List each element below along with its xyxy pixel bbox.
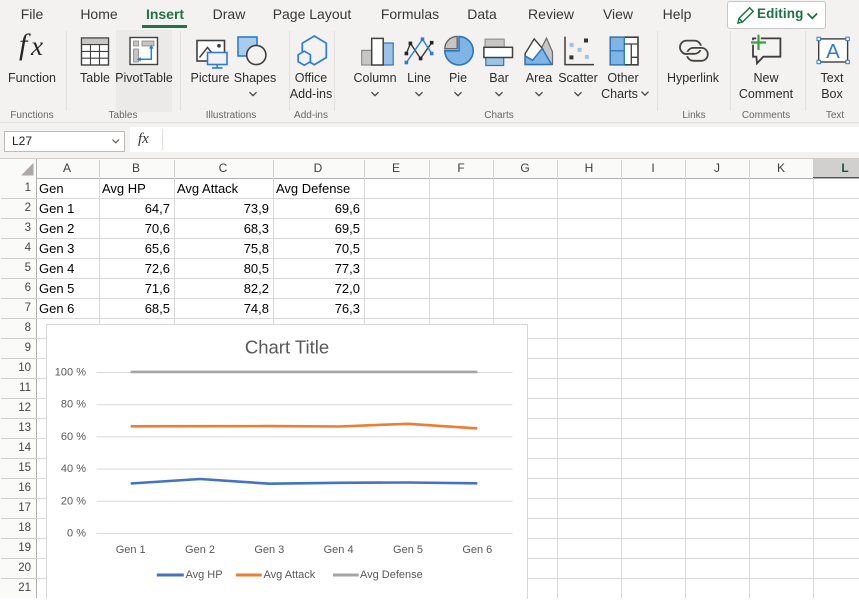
svg-text:A: A: [826, 40, 840, 63]
svg-text:f: f: [19, 28, 31, 61]
svg-text:x: x: [30, 31, 43, 61]
